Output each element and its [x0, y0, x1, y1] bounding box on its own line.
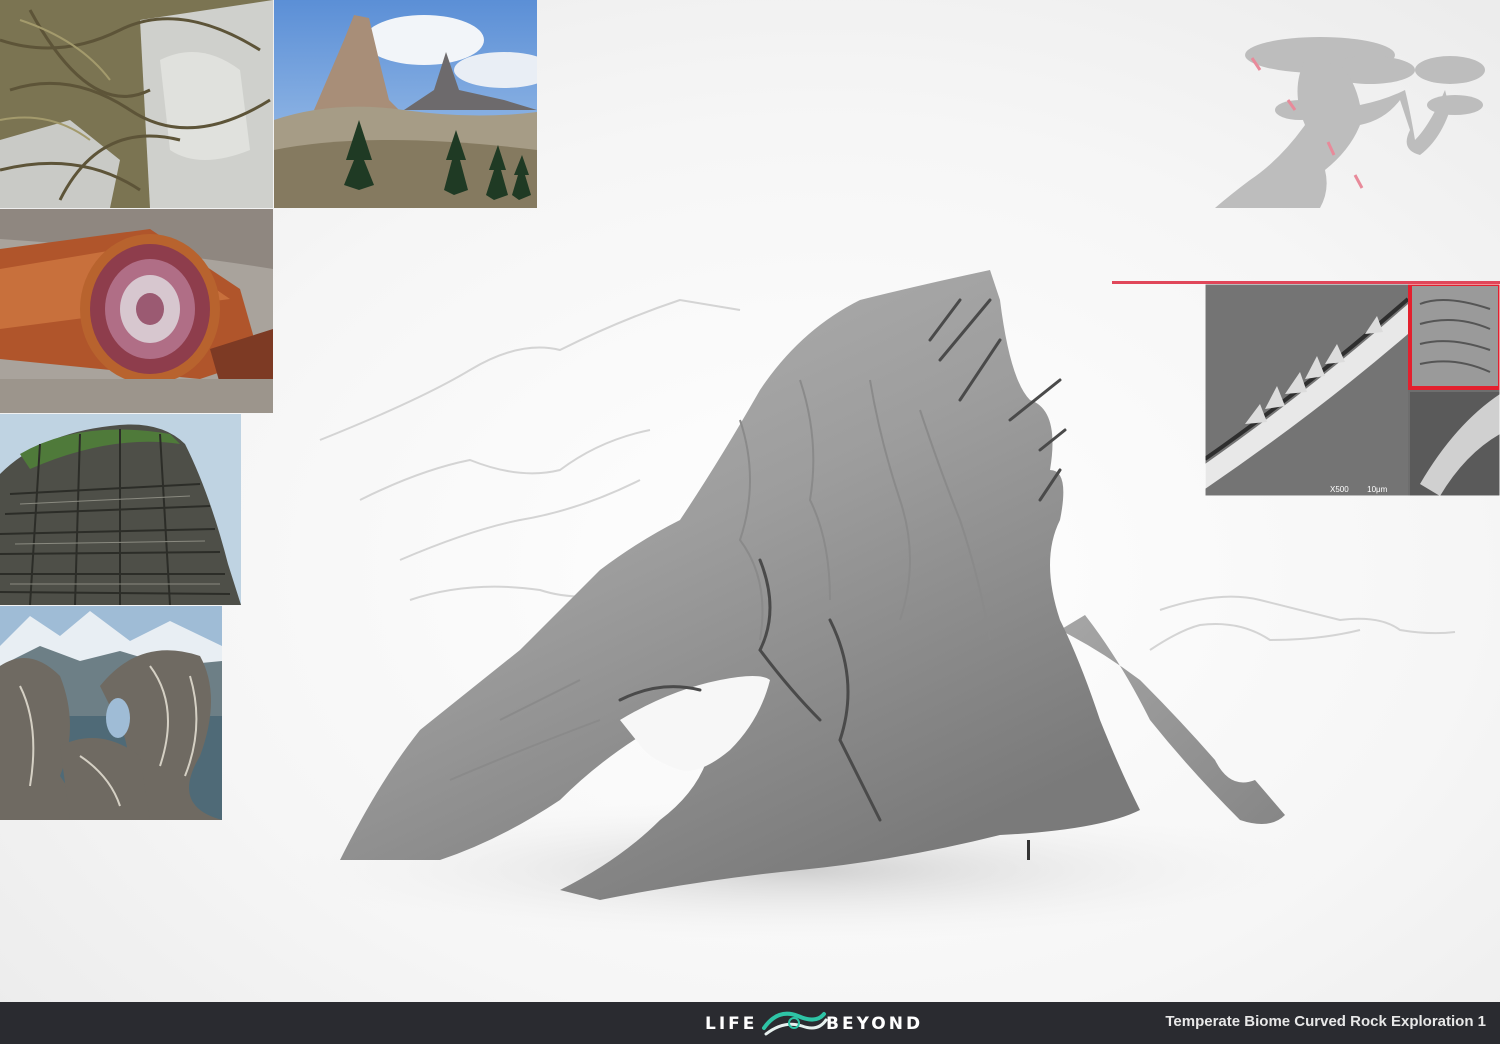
curved-rock-concept-sketch: [280, 270, 1320, 940]
logo-word-left: LIFE: [705, 1014, 758, 1034]
logo-swirl-icon: [762, 1011, 828, 1036]
concept-art-canvas: X500 10μm LIFE BEYOND Temperate Biome Cu…: [0, 0, 1500, 1044]
artwork-title: Temperate Biome Curved Rock Exploration …: [1165, 1013, 1486, 1030]
footer-bar: LIFE BEYOND Temperate Biome Curved Rock …: [0, 1002, 1500, 1044]
logo-word-right: BEYOND: [826, 1014, 924, 1034]
